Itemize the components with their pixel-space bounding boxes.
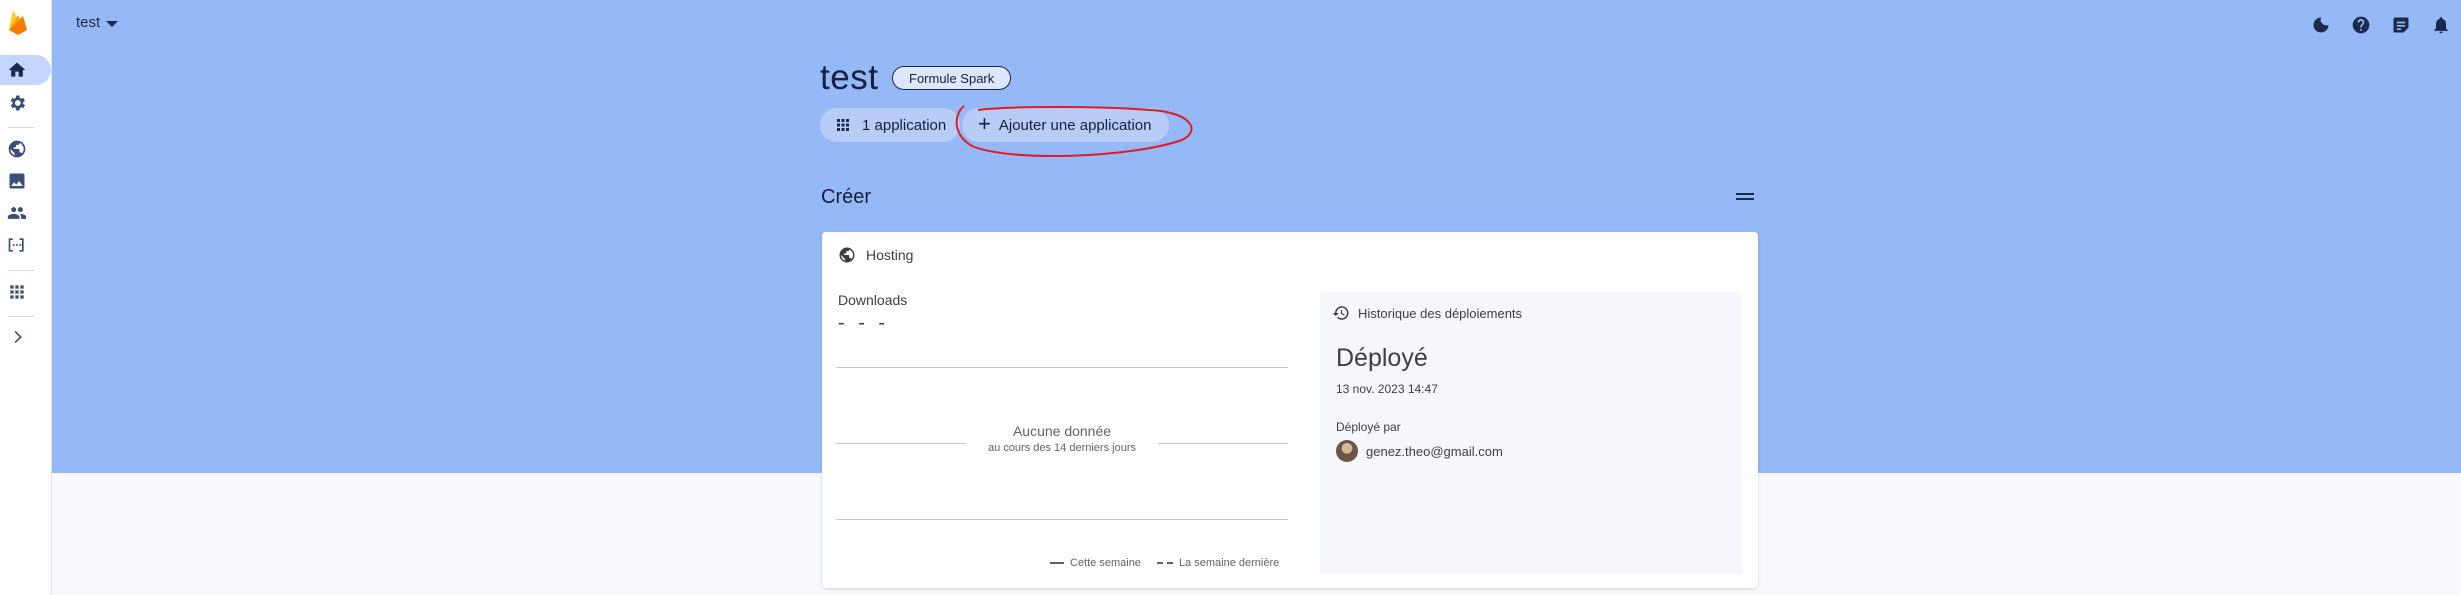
top-toolbar xyxy=(2301,12,2461,38)
side-nav-rail xyxy=(0,0,52,595)
theme-toggle-button[interactable] xyxy=(2301,12,2341,38)
red-annotation-circle xyxy=(955,105,1193,157)
image-icon xyxy=(9,173,25,189)
nav-authentication[interactable] xyxy=(0,198,52,228)
legend-this-week: Cette semaine xyxy=(1050,557,1141,569)
card-title: Hosting xyxy=(866,247,914,263)
bell-icon xyxy=(2434,17,2448,34)
rail-divider xyxy=(8,270,34,271)
help-icon xyxy=(2352,16,2370,34)
metric-value: - - - xyxy=(838,312,890,334)
section-title: Créer xyxy=(821,186,872,208)
chart-gridline xyxy=(836,367,1288,368)
deployed-by-label: Déployé par xyxy=(1336,420,1401,434)
moon-icon xyxy=(2313,17,2329,33)
apps-count-chip[interactable]: 1 application xyxy=(820,108,961,142)
chart-gridline xyxy=(836,519,1288,520)
empty-state-title: Aucune donnée xyxy=(1012,423,1112,439)
chart-empty-state: Aucune donnée au cours des 14 derniers j… xyxy=(836,423,1288,454)
home-icon xyxy=(8,62,26,77)
chevron-right-icon xyxy=(14,330,22,344)
empty-state-subtitle: au cours des 14 derniers jours xyxy=(988,442,1136,454)
globe-icon xyxy=(839,247,855,263)
deploy-history-panel: Historique des déploiements Déployé 13 n… xyxy=(1320,292,1742,574)
user-email: genez.theo@gmail.com xyxy=(1366,443,1503,459)
gear-icon xyxy=(10,95,26,111)
notifications-button[interactable] xyxy=(2421,12,2461,38)
globe-icon xyxy=(8,140,26,158)
help-button[interactable] xyxy=(2341,12,2381,38)
dashed-line-swatch xyxy=(1156,562,1173,564)
hosting-card[interactable]: Hosting Downloads - - - Aucune donnée au… xyxy=(822,232,1758,588)
card-header[interactable]: Hosting xyxy=(838,246,913,264)
rail-divider xyxy=(8,127,34,128)
legend-label: Cette semaine xyxy=(1070,557,1141,569)
nav-functions[interactable] xyxy=(0,230,52,260)
release-notes-button[interactable] xyxy=(2381,12,2421,38)
nav-storage[interactable] xyxy=(0,166,52,196)
users-icon xyxy=(7,207,27,219)
nav-hosting[interactable] xyxy=(0,134,52,164)
functions-icon xyxy=(8,238,24,252)
rail-divider xyxy=(8,316,34,317)
solid-line-swatch xyxy=(1050,562,1064,564)
legend-label: La semaine dernière xyxy=(1178,557,1280,569)
project-selector-label: test xyxy=(76,14,101,31)
history-title: Historique des déploiements xyxy=(1358,305,1523,321)
apps-count-label: 1 application xyxy=(862,116,947,134)
caret-down-icon xyxy=(106,20,119,27)
plan-badge[interactable]: Formule Spark xyxy=(892,66,1012,90)
nav-all-products[interactable] xyxy=(0,277,52,307)
project-selector[interactable]: test xyxy=(76,14,119,31)
nav-home[interactable] xyxy=(0,55,51,85)
notes-icon xyxy=(2393,17,2409,33)
deployed-by-user: genez.theo@gmail.com xyxy=(1336,440,1503,462)
layout-menu-icon[interactable] xyxy=(1736,193,1754,203)
chart-legend: Cette semaine La semaine dernière xyxy=(1050,557,1279,569)
page-title: test xyxy=(820,58,879,97)
history-icon xyxy=(1332,306,1349,320)
metric-label: Downloads xyxy=(838,292,908,308)
legend-last-week: La semaine dernière xyxy=(1156,557,1280,569)
nav-settings[interactable] xyxy=(0,88,52,118)
firebase-logo-icon[interactable] xyxy=(7,8,29,38)
apps-grid-icon xyxy=(10,285,24,299)
deploy-status: Déployé xyxy=(1336,344,1428,372)
deploy-date: 13 nov. 2023 14:47 xyxy=(1336,382,1438,396)
avatar xyxy=(1336,440,1358,462)
history-header: Historique des déploiements xyxy=(1332,304,1522,322)
nav-expand[interactable] xyxy=(0,322,52,352)
apps-grid-icon xyxy=(837,119,849,131)
